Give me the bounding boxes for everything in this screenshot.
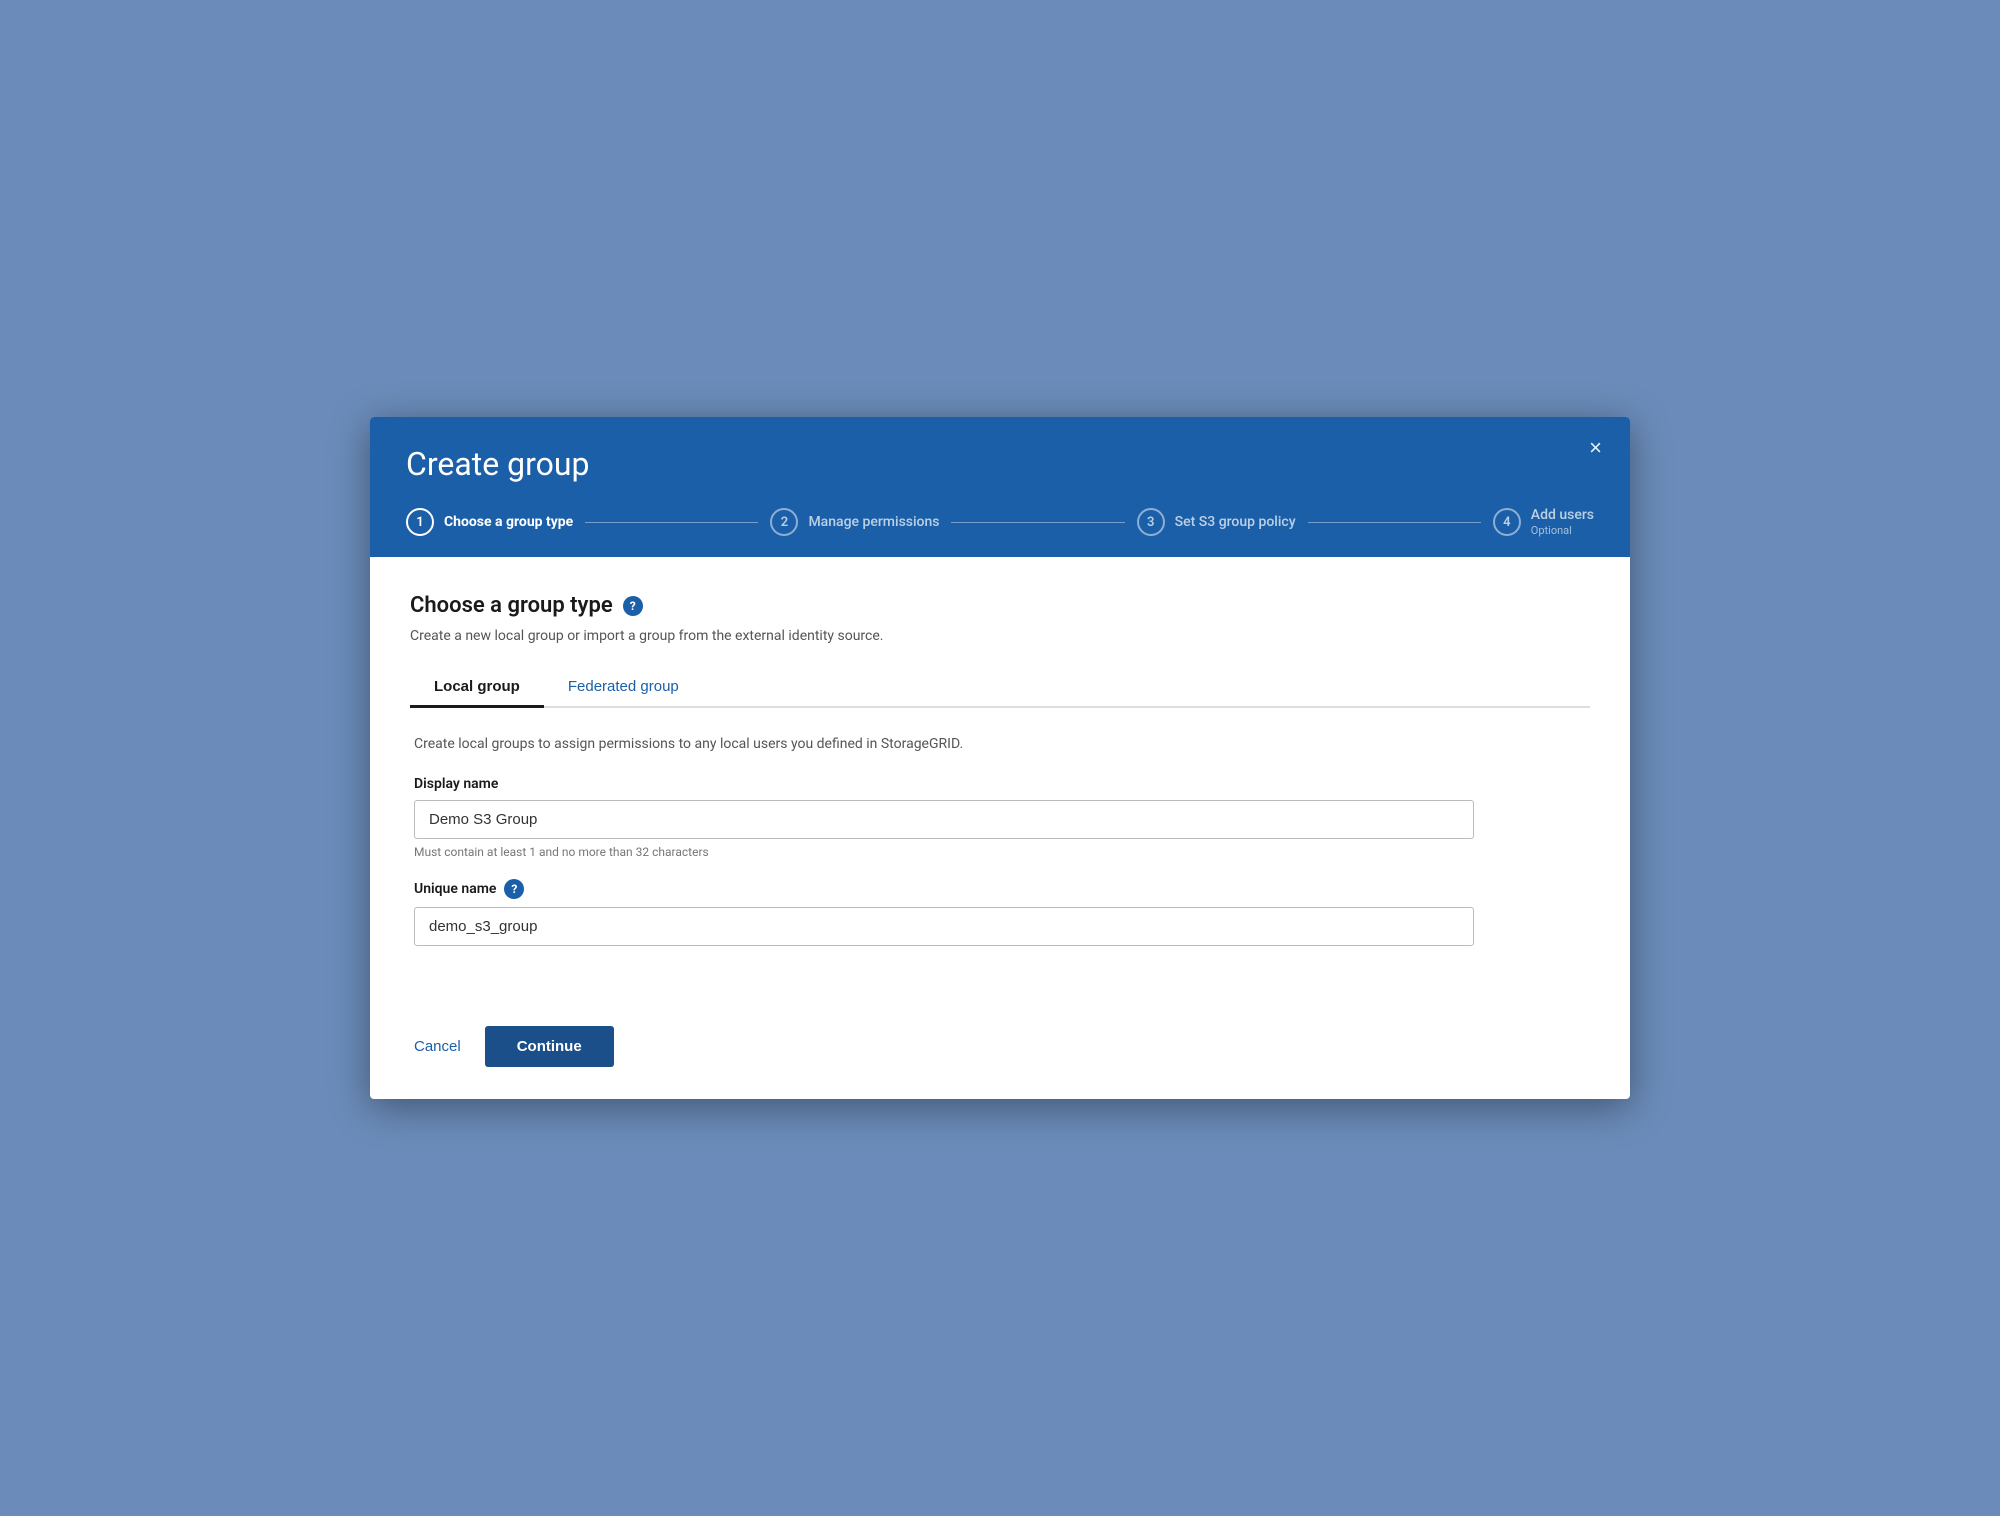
step-2-circle: 2: [770, 508, 798, 536]
step-1: 1 Choose a group type: [406, 508, 573, 536]
connector-3-4: [1308, 522, 1481, 523]
tab-federated-group[interactable]: Federated group: [544, 668, 703, 708]
step-1-label: Choose a group type: [444, 514, 573, 530]
group-type-tabs: Local group Federated group: [410, 668, 1590, 708]
step-4-label: Add users: [1531, 507, 1594, 523]
step-4-circle: 4: [1493, 508, 1521, 536]
display-name-input[interactable]: [414, 800, 1474, 839]
step-2: 2 Manage permissions: [770, 508, 939, 536]
step-3-circle: 3: [1137, 508, 1165, 536]
tab-local-group[interactable]: Local group: [410, 668, 544, 708]
continue-button[interactable]: Continue: [485, 1026, 614, 1067]
unique-name-label: Unique name ?: [414, 879, 1586, 899]
step-4: 4 Add users Optional: [1493, 507, 1594, 537]
step-4-optional: Optional: [1531, 524, 1572, 537]
tab-local-content: Create local groups to assign permission…: [410, 736, 1590, 946]
section-title: Choose a group type ?: [410, 593, 1590, 618]
connector-2-3: [951, 522, 1124, 523]
display-name-label: Display name: [414, 776, 1586, 792]
step-4-label-group: Add users Optional: [1531, 507, 1594, 537]
cancel-button[interactable]: Cancel: [410, 1030, 465, 1063]
step-1-circle: 1: [406, 508, 434, 536]
section-description: Create a new local group or import a gro…: [410, 628, 1590, 644]
connector-1-2: [585, 522, 758, 523]
create-group-modal: × Create group 1 Choose a group type 2 M…: [370, 417, 1630, 1099]
modal-header: × Create group 1 Choose a group type 2 M…: [370, 417, 1630, 557]
modal-title: Create group: [406, 445, 1594, 483]
unique-name-group: Unique name ?: [414, 879, 1586, 946]
section-help-icon[interactable]: ?: [623, 596, 643, 616]
step-3-label: Set S3 group policy: [1175, 514, 1296, 530]
close-button[interactable]: ×: [1589, 437, 1602, 459]
unique-name-help-icon[interactable]: ?: [504, 879, 524, 899]
display-name-hint: Must contain at least 1 and no more than…: [414, 845, 1586, 859]
unique-name-input[interactable]: [414, 907, 1474, 946]
tab-description: Create local groups to assign permission…: [414, 736, 1586, 752]
display-name-group: Display name Must contain at least 1 and…: [414, 776, 1586, 859]
stepper: 1 Choose a group type 2 Manage permissio…: [406, 507, 1594, 537]
modal-body: Choose a group type ? Create a new local…: [370, 557, 1630, 1002]
modal-footer: Cancel Continue: [370, 1002, 1630, 1099]
step-2-label: Manage permissions: [808, 514, 939, 530]
step-3: 3 Set S3 group policy: [1137, 508, 1296, 536]
